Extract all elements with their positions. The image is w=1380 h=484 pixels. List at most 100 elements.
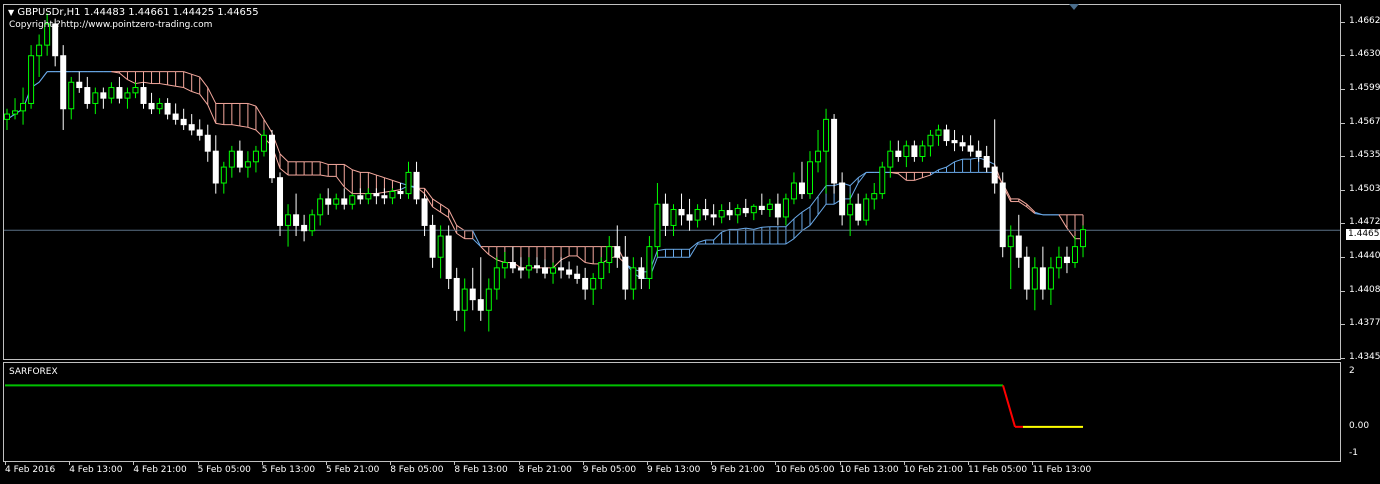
cloud-edge-b [343, 164, 353, 171]
candle-body [863, 198, 870, 221]
shift-marker-icon[interactable] [1069, 4, 1079, 10]
candle-body [325, 198, 332, 205]
candle-body [437, 235, 444, 258]
cloud-edge-a [448, 217, 458, 234]
candle-body [662, 203, 669, 226]
candle-body [598, 262, 605, 279]
candle-body [429, 224, 436, 258]
cloud-edge-a [785, 218, 795, 228]
cloud-edge-a [183, 87, 192, 92]
cloud-edge-a [946, 161, 955, 168]
cloud-edge-a [191, 91, 200, 95]
cloud-edge-a [335, 176, 345, 188]
time-label: 4 Feb 21:00 [133, 465, 187, 475]
cloud-edge-a [898, 173, 907, 181]
cloud-edge-a [343, 186, 353, 194]
candle-body [750, 205, 757, 214]
candle-body [582, 277, 589, 290]
candle-body [20, 102, 27, 112]
candle-body [1039, 267, 1046, 290]
cloud-edge-b [191, 73, 200, 78]
cloud-edge-b [384, 177, 393, 181]
candle-body [252, 150, 259, 163]
candle-body [911, 145, 918, 157]
cloud-edge-a [432, 206, 441, 213]
time-label: 4 Feb 13:00 [69, 465, 123, 475]
price-tick [1341, 189, 1345, 191]
candle-body [558, 267, 565, 271]
candle-body [927, 134, 934, 147]
cloud-edge-a [1066, 227, 1076, 239]
cloud-edge-b [183, 71, 192, 75]
cloud-edge-a [657, 248, 666, 252]
candle-body [1055, 256, 1062, 269]
cloud-edge-a [167, 84, 176, 87]
candle-body [959, 142, 966, 147]
price-label: 1.45355 [1349, 149, 1380, 160]
cloud-edge-b [199, 76, 209, 88]
price-tick [1341, 358, 1345, 359]
candle-body [839, 182, 846, 216]
candle-body [654, 203, 661, 248]
price-label: 1.46620 [1349, 15, 1380, 26]
candle-body [188, 124, 195, 131]
candle-body [469, 288, 476, 301]
price-label: 1.44405 [1349, 250, 1380, 261]
cloud-edge-a [159, 83, 168, 86]
price-tick [1341, 21, 1345, 23]
price-label: 1.44720 [1349, 217, 1380, 228]
indicator-name: SARFOREX [9, 367, 58, 377]
cloud-edge-a [697, 239, 706, 244]
cloud-edge-b [263, 119, 273, 133]
time-label: 5 Feb 13:00 [261, 465, 316, 475]
candle-body [28, 55, 35, 104]
candle-body [124, 92, 131, 99]
price-label: 1.45670 [1349, 116, 1380, 127]
cloud-edge-a [143, 81, 152, 85]
cloud-edge-a [440, 211, 449, 218]
cloud-edge-b [432, 198, 441, 205]
cloud-edge-a [922, 174, 931, 179]
cloud-edge-b [368, 171, 377, 176]
candle-body [815, 150, 822, 163]
cloud-edge-a [199, 93, 209, 106]
candle-body [341, 198, 348, 205]
dropdown-icon[interactable]: ▼ [8, 8, 14, 17]
candle-body [453, 277, 460, 311]
price-tick [1341, 122, 1345, 124]
cloud-edge-a [745, 227, 754, 230]
time-label: 10 Feb 21:00 [903, 465, 963, 475]
price-tick [1341, 55, 1345, 57]
candle-body [132, 87, 139, 94]
cloud-edge-a [279, 168, 289, 176]
copyright-text: Copyright ?http://www.pointzero-trading.… [9, 20, 213, 30]
candle-body [293, 214, 300, 226]
candle-body [943, 129, 950, 142]
cloud-edge-a [737, 227, 746, 230]
cloud-edge-a [809, 195, 819, 208]
candle-body [710, 214, 717, 218]
cloud-edge-a [801, 206, 811, 213]
symbol-header: ▼ GBPUSDr,H1 1.44483 1.44661 1.44425 1.4… [8, 7, 259, 18]
cloud-edge-b [320, 161, 329, 165]
candle-body [1063, 256, 1070, 264]
candle-body [734, 207, 741, 216]
candle-body [277, 177, 284, 226]
candle-body [172, 113, 179, 120]
cloud-edge-b [793, 230, 803, 240]
cloud-edge-a [119, 72, 128, 80]
candle-body [108, 87, 115, 99]
time-label: 9 Feb 21:00 [711, 465, 765, 475]
candle-body [357, 195, 364, 200]
cloud-edge-b [279, 153, 289, 163]
candle-body [317, 198, 324, 216]
candle-body [285, 214, 292, 226]
candle-body [774, 203, 781, 218]
candle-body [140, 87, 147, 104]
candle-body [847, 203, 854, 216]
candle-body [758, 205, 765, 211]
cloud-edge-a [175, 85, 184, 89]
candle-body [638, 267, 645, 279]
time-label: 5 Feb 05:00 [197, 465, 251, 475]
candle-body [236, 150, 243, 168]
